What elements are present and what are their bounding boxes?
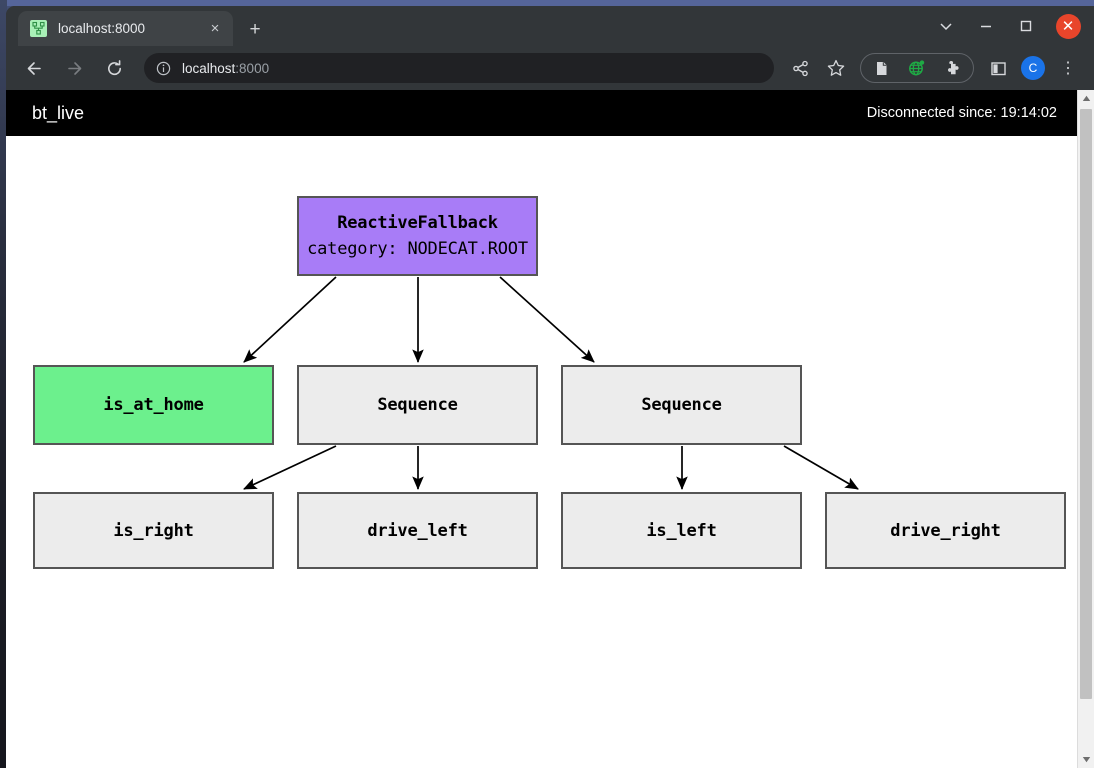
side-panel-icon[interactable]: [983, 53, 1013, 83]
page-scrollbar[interactable]: [1077, 90, 1094, 768]
bookmark-star-icon[interactable]: [821, 53, 851, 83]
tree-node-is_left[interactable]: is_left: [561, 492, 802, 569]
url-port: :8000: [235, 60, 270, 76]
tree-node-name: Sequence: [377, 395, 458, 415]
minimize-icon[interactable]: [966, 8, 1006, 44]
app-header: bt_live Disconnected since: 19:14:02: [6, 90, 1077, 136]
tree-edge: [243, 445, 337, 490]
url-host: localhost: [182, 60, 236, 76]
tab-title: localhost:8000: [58, 21, 146, 36]
chrome-menu-icon[interactable]: ⋮: [1053, 53, 1083, 83]
tree-edge: [783, 445, 859, 490]
tab-search-icon[interactable]: [926, 8, 966, 44]
behavior-tree-canvas: ReactiveFallback category: NODECAT.ROOT is…: [6, 136, 1077, 768]
tree-node-root[interactable]: ReactiveFallback category: NODECAT.ROOT: [297, 196, 538, 276]
browser-toolbar: localhost:8000 C ⋮: [6, 46, 1094, 90]
close-icon: ✕: [1055, 13, 1081, 39]
scrollbar-up-icon[interactable]: [1078, 90, 1094, 107]
tree-edges: [243, 276, 859, 491]
tree-node-name: drive_right: [890, 520, 1001, 541]
tree-node-name: ReactiveFallback: [337, 213, 498, 233]
toolbar-actions: C ⋮: [782, 53, 1086, 83]
tree-edge: [499, 276, 595, 363]
avatar[interactable]: C: [1021, 56, 1045, 80]
browser-tab[interactable]: localhost:8000 ×: [18, 11, 233, 46]
tree-node-is_right[interactable]: is_right: [33, 492, 274, 569]
scrollbar-thumb[interactable]: [1080, 109, 1092, 699]
browser-window: localhost:8000 × + ✕ localhost:8000 C ⋮ …: [6, 6, 1094, 768]
behavior-tree-icon: [30, 20, 47, 37]
share-icon[interactable]: [785, 53, 815, 83]
tree-node-name: drive_left: [367, 520, 468, 541]
extensions-pill: [860, 53, 974, 83]
tree-node-name: is_right: [113, 520, 194, 541]
address-bar[interactable]: localhost:8000: [144, 53, 774, 83]
back-icon[interactable]: [18, 52, 50, 84]
tree-node-name: Sequence: [641, 395, 722, 415]
window-close-button[interactable]: ✕: [1046, 13, 1090, 39]
tree-node-drive_left[interactable]: drive_left: [297, 492, 538, 569]
tree-edge: [243, 276, 337, 363]
tree-node-drive_right[interactable]: drive_right: [825, 492, 1066, 569]
close-icon[interactable]: ×: [205, 19, 225, 39]
maximize-icon[interactable]: [1006, 8, 1046, 44]
tab-strip: localhost:8000 × + ✕: [6, 6, 1094, 46]
new-tab-button[interactable]: +: [242, 16, 268, 42]
globe-icon[interactable]: [902, 53, 932, 83]
scrollbar-down-icon[interactable]: [1078, 751, 1094, 768]
tree-node-name: is_left: [646, 520, 717, 541]
reload-icon[interactable]: [98, 52, 130, 84]
connection-status: Disconnected since: 19:14:02: [866, 105, 1057, 121]
tree-node-name: is_at_home: [103, 395, 204, 415]
address-bar-text: localhost:8000: [182, 61, 269, 76]
tree-node-seq_right[interactable]: Sequence: [561, 365, 802, 445]
window-controls: ✕: [926, 6, 1090, 46]
page-title: bt_live: [32, 102, 85, 123]
tree-node-is_at_home[interactable]: is_at_home: [33, 365, 274, 445]
forward-icon[interactable]: [58, 52, 90, 84]
document-icon[interactable]: [866, 53, 896, 83]
page-viewport: bt_live Disconnected since: 19:14:02 Rea…: [6, 90, 1094, 768]
tree-node-seq_left[interactable]: Sequence: [297, 365, 538, 445]
tree-node-meta: category: NODECAT.ROOT: [307, 239, 528, 259]
puzzle-icon[interactable]: [938, 53, 968, 83]
site-info-icon[interactable]: [156, 61, 171, 76]
